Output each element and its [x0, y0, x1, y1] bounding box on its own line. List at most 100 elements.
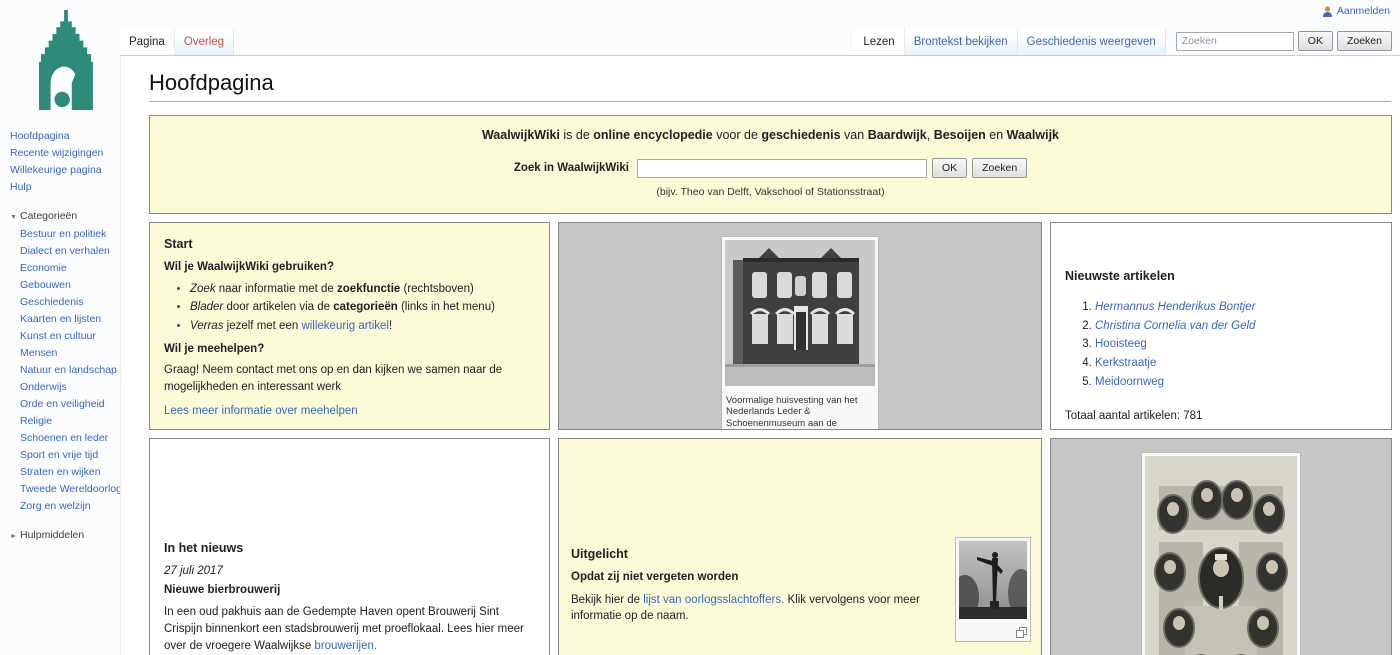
newest-list: Hermannus Henderikus Bontjer Christina C… — [1095, 299, 1377, 390]
news-headline: Nieuwe bierbrouwerij — [164, 582, 535, 599]
start-box: Start Wil je WaalwijkWiki gebruiken? Zoe… — [149, 222, 550, 430]
meehelpen-link[interactable]: Lees meer informatie over meehelpen — [164, 405, 358, 417]
sidebar-item-category[interactable]: Mensen — [20, 345, 120, 362]
statue-thumb-card — [955, 537, 1031, 642]
help-more-line: Lees meer informatie over meehelpen — [164, 403, 535, 420]
sidebar-item-hulp[interactable]: Hulp — [10, 179, 120, 196]
oorlogsslachtoffers-link[interactable]: lijst van oorlogsslachtoffers. — [643, 594, 784, 606]
banner-search-hint: (bijv. Theo van Delft, Vakschool of Stat… — [150, 185, 1391, 200]
sidebar-item-category[interactable]: Straten en wijken — [20, 464, 120, 481]
list-item[interactable]: Kerkstraatje — [1095, 355, 1377, 372]
chevron-right-icon: ► — [10, 533, 20, 540]
brouwerijen-link[interactable]: brouwerijen. — [314, 640, 377, 652]
featured-body: Bekijk hier de lijst van oorlogsslachtof… — [571, 592, 931, 625]
tab-lezen[interactable]: Lezen — [854, 29, 904, 55]
war-memorial-photo[interactable] — [959, 541, 1027, 619]
sidebar-item-category[interactable]: Economie — [20, 260, 120, 277]
banner-ok-button[interactable]: OK — [932, 158, 967, 178]
sidebar-item-category[interactable]: Kaarten en lijsten — [20, 311, 120, 328]
museum-building-photo[interactable] — [725, 240, 875, 386]
random-article-link[interactable]: willekeurig artikel — [301, 320, 389, 332]
contact-email-link[interactable]: waalwijkwiki@erstelinghe.nl — [210, 429, 352, 431]
article-total: Totaal aantal artikelen: 781 — [1065, 408, 1377, 425]
sidebar-item-category[interactable]: Kunst en cultuur — [20, 328, 120, 345]
sidebar-main-links: Hoofdpagina Recente wijzigingen Willekeu… — [10, 128, 120, 196]
namespace-tabs: Pagina Overleg — [120, 29, 234, 55]
banner-search-label: Zoek in WaalwijkWiki — [514, 160, 629, 177]
personal-bar: Aanmelden — [1322, 5, 1390, 17]
sidebar-item-category[interactable]: Gebouwen — [20, 277, 120, 294]
sidebar-item-category[interactable]: Bestuur en politiek — [20, 226, 120, 243]
search-ok-button[interactable]: OK — [1298, 31, 1333, 51]
list-item: Verras jezelf met een willekeurig artike… — [190, 318, 535, 335]
site-search: OK Zoeken — [1176, 31, 1392, 51]
enlarge-icon[interactable] — [1016, 627, 1027, 638]
site-logo[interactable] — [18, 6, 114, 110]
start-paragraph: Graag! Neem contact met ons op en dan ki… — [164, 362, 535, 395]
start-question-1: Wil je WaalwijkWiki gebruiken? — [164, 259, 535, 276]
list-item[interactable]: Meidoornweg — [1095, 374, 1377, 391]
sidebar-item-category[interactable]: Dialect en verhalen — [20, 243, 120, 260]
sidebar-item-hoofdpagina[interactable]: Hoofdpagina — [10, 128, 120, 145]
content-area: Hoofdpagina WaalwijkWiki is de online en… — [120, 56, 1400, 655]
museum-caption: Voormalige huisvesting van het Nederland… — [725, 392, 875, 430]
sidebar-item-category[interactable]: Onderwijs — [20, 379, 120, 396]
tab-geschiedenis-weergeven[interactable]: Geschiedenis weergeven — [1018, 29, 1166, 55]
main-area: Pagina Overleg Lezen Brontekst bekijken … — [120, 0, 1400, 655]
banner-zoeken-button[interactable]: Zoeken — [972, 158, 1027, 178]
news-body: In een oud pakhuis aan de Gedempte Haven… — [164, 604, 535, 654]
tab-brontekst-bekijken[interactable]: Brontekst bekijken — [905, 29, 1018, 55]
sidebar-nav: Hoofdpagina Recente wijzigingen Willekeu… — [10, 128, 120, 541]
featured-box: Uitgelicht Opdat zij niet vergeten worde… — [558, 438, 1042, 655]
page: Aanmelden Hoofdpagina Recente wijziginge… — [0, 0, 1400, 655]
sidebar-item-category[interactable]: Natuur en landschap — [20, 362, 120, 379]
sidebar-item-recente-wijzigingen[interactable]: Recente wijzigingen — [10, 145, 120, 162]
sidebar-item-category[interactable]: Sport en vrije tijd — [20, 447, 120, 464]
newest-articles-box: Nieuwste artikelen Hermannus Henderikus … — [1050, 222, 1392, 430]
search-input[interactable] — [1176, 32, 1294, 51]
news-title: In het nieuws — [164, 539, 535, 557]
banner-search-input[interactable] — [637, 159, 927, 178]
list-item[interactable]: Hermannus Henderikus Bontjer — [1095, 299, 1377, 316]
banner-search: Zoek in WaalwijkWiki OK Zoeken — [150, 158, 1391, 178]
sidebar-item-category[interactable]: Zorg en welzijn — [20, 498, 120, 515]
tab-overleg[interactable]: Overleg — [175, 29, 234, 55]
sidebar-section-categorieen[interactable]: ▼Categorieën — [10, 210, 120, 222]
list-item[interactable]: Hooisteeg — [1095, 336, 1377, 353]
intro-banner: WaalwijkWiki is de online encyclopedie v… — [149, 115, 1392, 214]
portraits-thumb-card — [1141, 452, 1301, 655]
tower-logo-icon — [22, 6, 110, 110]
contact-line: Contact: waalwijkwiki@erstelinghe.nl✉ — [164, 427, 535, 431]
start-bullets: Zoek naar informatie met de zoekfunctie … — [190, 281, 535, 335]
sidebar-item-category[interactable]: Geschiedenis — [20, 294, 120, 311]
tab-bar: Pagina Overleg Lezen Brontekst bekijken … — [120, 30, 1400, 56]
sidebar-item-category[interactable]: Schoenen en leder — [20, 430, 120, 447]
news-box: In het nieuws 27 juli 2017 Nieuwe bierbr… — [149, 438, 550, 655]
sidebar: Hoofdpagina Recente wijzigingen Willekeu… — [0, 0, 120, 655]
sidebar-item-category[interactable]: Orde en veiligheid — [20, 396, 120, 413]
search-submit-button[interactable]: Zoeken — [1337, 31, 1392, 51]
historic-portraits-photo[interactable] — [1145, 456, 1297, 655]
list-item[interactable]: Christina Cornelia van der Geld — [1095, 318, 1377, 335]
featured-subtitle: Opdat zij niet vergeten worden — [571, 569, 931, 586]
chevron-down-icon: ▼ — [10, 214, 20, 221]
sidebar-item-willekeurige-pagina[interactable]: Willekeurige pagina — [10, 162, 120, 179]
start-title: Start — [164, 235, 535, 253]
start-question-2: Wil je meehelpen? — [164, 341, 535, 358]
news-date: 27 juli 2017 — [164, 563, 535, 580]
tab-pagina[interactable]: Pagina — [120, 29, 175, 55]
featured-title: Uitgelicht — [571, 545, 931, 563]
login-link[interactable]: Aanmelden — [1337, 5, 1390, 17]
view-tabs: Lezen Brontekst bekijken Geschiedenis we… — [854, 29, 1400, 55]
sidebar-item-category[interactable]: Tweede Wereldoorlog — [20, 481, 120, 498]
intro-text: WaalwijkWiki is de online encyclopedie v… — [150, 126, 1391, 144]
sidebar-categories: Bestuur en politiek Dialect en verhalen … — [10, 226, 120, 515]
mainpage-grid: WaalwijkWiki is de online encyclopedie v… — [149, 115, 1392, 655]
museum-photo-box: Voormalige huisvesting van het Nederland… — [558, 222, 1042, 430]
page-title: Hoofdpagina — [149, 70, 1391, 102]
list-item: Zoek naar informatie met de zoekfunctie … — [190, 281, 535, 298]
sidebar-item-category[interactable]: Religie — [20, 413, 120, 430]
list-item: Blader door artikelen via de categorieën… — [190, 299, 535, 316]
sidebar-section-hulpmiddelen[interactable]: ►Hulpmiddelen — [10, 529, 120, 541]
newest-title: Nieuwste artikelen — [1065, 267, 1377, 285]
